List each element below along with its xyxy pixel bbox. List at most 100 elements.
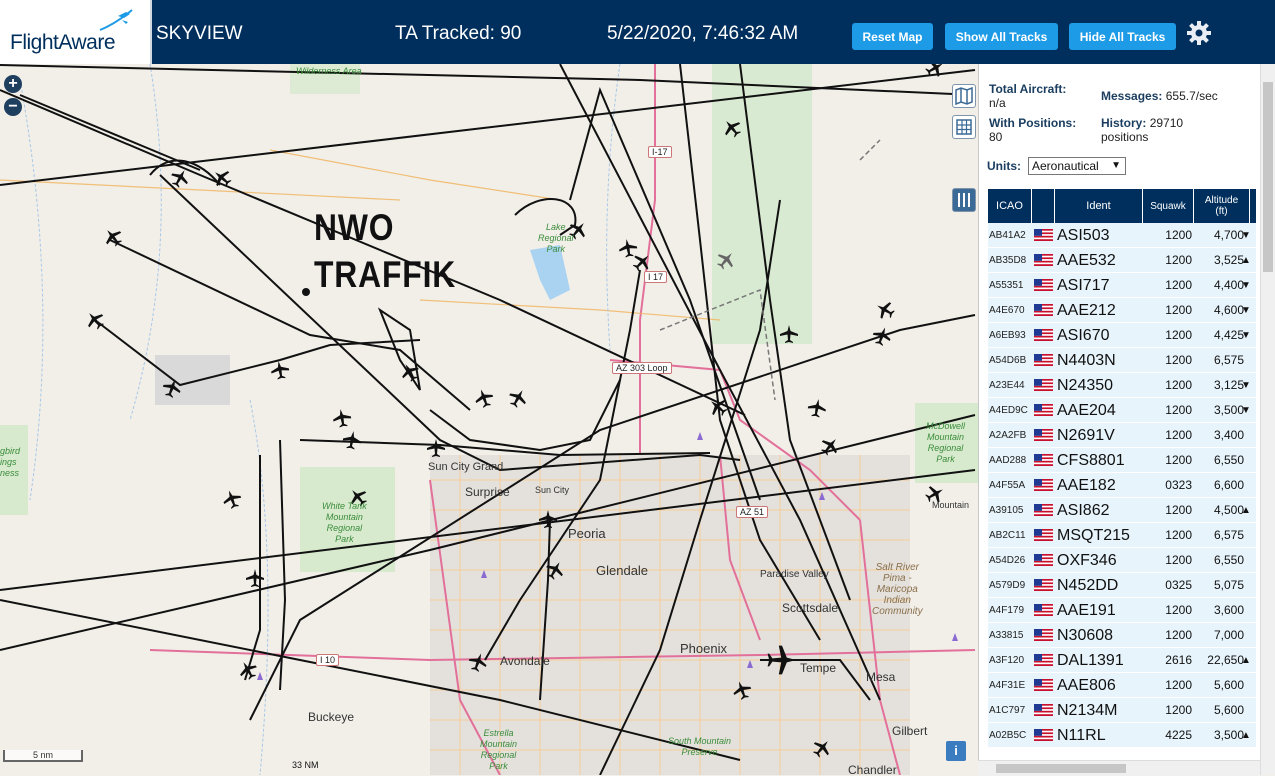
table-row[interactable]: A4F31E AAE806 1200 5,600 — [988, 673, 1256, 698]
cell-altitude: 3,400 — [1213, 428, 1244, 442]
aircraft-icon[interactable] — [713, 247, 739, 273]
hide-all-tracks-button[interactable]: Hide All Tracks — [1069, 23, 1176, 50]
col-flag[interactable] — [1032, 189, 1055, 223]
cell-altitude: 4,400 — [1213, 278, 1244, 292]
table-row[interactable]: A54D6B N4403N 1200 6,575 — [988, 348, 1256, 373]
table-row[interactable]: A4ED9C AAE204 1200 3,500 ▼ — [988, 398, 1256, 423]
map-layers-button[interactable] — [952, 84, 976, 108]
cell-icao: A4F55A — [989, 480, 1026, 491]
table-row[interactable]: A1C797 N2134M 1200 5,600 — [988, 698, 1256, 723]
cell-altitude: 5,075 — [1213, 578, 1244, 592]
col-ident[interactable]: Ident — [1055, 189, 1143, 223]
history-unit: positions — [1101, 130, 1149, 144]
table-row[interactable]: A4F55A AAE182 0323 6,600 — [988, 473, 1256, 498]
table-row[interactable]: AB41A2 ASI503 1200 4,700 ▼ — [988, 223, 1256, 248]
cell-ident: OXF346 — [1057, 552, 1117, 569]
aircraft-icon[interactable] — [719, 115, 745, 141]
reset-map-button[interactable]: Reset Map — [852, 23, 933, 50]
table-row[interactable]: A4F179 AAE191 1200 3,600 — [988, 598, 1256, 623]
table-row[interactable]: A39105 ASI862 1200 4,500 ▲ — [988, 498, 1256, 523]
info-button[interactable]: i — [946, 741, 966, 761]
aircraft-icon[interactable] — [870, 324, 894, 348]
aircraft-icon[interactable] — [341, 429, 363, 451]
cell-altitude: 4,600 — [1213, 303, 1244, 317]
aircraft-icon[interactable] — [705, 394, 731, 420]
table-row[interactable]: A02B5C N11RL 4225 3,500 ▲ — [988, 723, 1256, 748]
top-bar: FlightAware SKYVIEW TA Tracked: 90 5/22/… — [0, 0, 1275, 64]
cell-altitude: 6,575 — [1213, 528, 1244, 542]
aircraft-icon[interactable] — [539, 510, 557, 528]
aircraft-icon[interactable] — [922, 64, 948, 81]
table-row[interactable]: A2A2FB N2691V 1200 3,400 — [988, 423, 1256, 448]
table-row[interactable]: A55351 ASI717 1200 4,400 ▼ — [988, 273, 1256, 298]
scrollbar-thumb[interactable] — [996, 764, 1126, 773]
columns-toggle-button[interactable] — [952, 188, 976, 212]
col-altitude[interactable]: Altitude (ft) — [1194, 189, 1250, 223]
table-row[interactable]: A23E44 N24350 1200 3,125 ▼ — [988, 373, 1256, 398]
aircraft-icon[interactable] — [397, 359, 423, 385]
aircraft-icon[interactable] — [617, 237, 639, 259]
aircraft-icon[interactable] — [82, 307, 108, 333]
altitude-trend-icon: ▼ — [1241, 405, 1251, 416]
label-avondale: Avondale — [500, 654, 550, 668]
aircraft-icon[interactable] — [269, 359, 291, 381]
datetime: 5/22/2020, 7:46:32 AM — [607, 23, 799, 44]
chevron-down-icon: ▼ — [1111, 160, 1121, 171]
table-row[interactable]: A3F120 DAL1391 2616 22,650 ▲ — [988, 648, 1256, 673]
scrollbar-thumb[interactable] — [1263, 82, 1273, 272]
table-row[interactable]: AB35D8 AAE532 1200 3,525 ▲ — [988, 248, 1256, 273]
aircraft-icon[interactable] — [100, 224, 126, 250]
table-row[interactable]: AB2C11 MSQT215 1200 6,575 — [988, 523, 1256, 548]
us-flag-icon — [1034, 404, 1053, 416]
aircraft-icon[interactable] — [167, 165, 193, 191]
aircraft-icon[interactable] — [160, 376, 184, 400]
us-flag-icon — [1034, 554, 1053, 566]
table-row[interactable]: A54D26 OXF346 1200 6,550 — [988, 548, 1256, 573]
map-view[interactable]: Wilderness Area Lake Regional Park Sun C… — [0, 64, 978, 775]
aircraft-icon[interactable] — [246, 569, 264, 587]
table-row[interactable]: A4E670 AAE212 1200 4,600 ▼ — [988, 298, 1256, 323]
aircraft-icon[interactable] — [209, 165, 235, 191]
aircraft-icon[interactable] — [466, 650, 490, 674]
cell-squawk: 4225 — [1165, 728, 1192, 742]
aircraft-icon[interactable] — [235, 657, 261, 683]
cell-icao: A33815 — [989, 630, 1024, 641]
aircraft-icon[interactable] — [220, 487, 244, 511]
aircraft-icon[interactable] — [427, 439, 445, 457]
table-row[interactable]: A33815 N30608 1200 7,000 — [988, 623, 1256, 648]
zoom-in-button[interactable]: + — [4, 75, 22, 93]
logo-text: FlightAware — [10, 31, 116, 54]
aircraft-icon[interactable] — [806, 397, 828, 419]
aircraft-icon[interactable] — [331, 407, 353, 429]
aircraft-icon[interactable] — [472, 386, 496, 410]
table-row[interactable]: A579D9 N452DD 0325 5,075 — [988, 573, 1256, 598]
aircraft-icon[interactable] — [809, 735, 835, 761]
aircraft-icon[interactable] — [542, 557, 568, 583]
gear-icon[interactable] — [1186, 20, 1212, 46]
vertical-scrollbar[interactable] — [1260, 64, 1275, 775]
grid-icon — [956, 119, 972, 135]
aircraft-icon[interactable] — [730, 678, 754, 702]
aircraft-icon[interactable] — [505, 385, 531, 411]
aircraft-icon[interactable] — [817, 433, 843, 459]
cell-squawk: 1200 — [1165, 328, 1192, 342]
us-flag-icon — [1034, 354, 1053, 366]
col-squawk[interactable]: Squawk — [1143, 189, 1194, 223]
us-flag-icon — [1034, 229, 1053, 241]
cell-squawk: 1200 — [1165, 628, 1192, 642]
grid-toggle-button[interactable] — [952, 115, 976, 139]
cell-ident: ASI670 — [1057, 327, 1110, 344]
units-select[interactable]: Aeronautical ▼ — [1028, 157, 1126, 175]
aircraft-icon[interactable] — [872, 297, 898, 323]
aircraft-icon[interactable] — [780, 325, 798, 343]
aircraft-icon[interactable] — [767, 645, 797, 675]
horizontal-scrollbar[interactable] — [978, 760, 1260, 776]
cell-icao: AB35D8 — [989, 255, 1027, 266]
table-row[interactable]: A6EB93 ASI670 1200 4,425 ▼ — [988, 323, 1256, 348]
table-row[interactable]: AAD288 CFS8801 1200 6,550 — [988, 448, 1256, 473]
cell-ident: N24350 — [1057, 377, 1114, 394]
col-icao[interactable]: ICAO — [988, 189, 1032, 223]
flightaware-logo[interactable]: FlightAware — [0, 0, 152, 64]
show-all-tracks-button[interactable]: Show All Tracks — [945, 23, 1058, 50]
zoom-out-button[interactable]: − — [4, 98, 22, 116]
